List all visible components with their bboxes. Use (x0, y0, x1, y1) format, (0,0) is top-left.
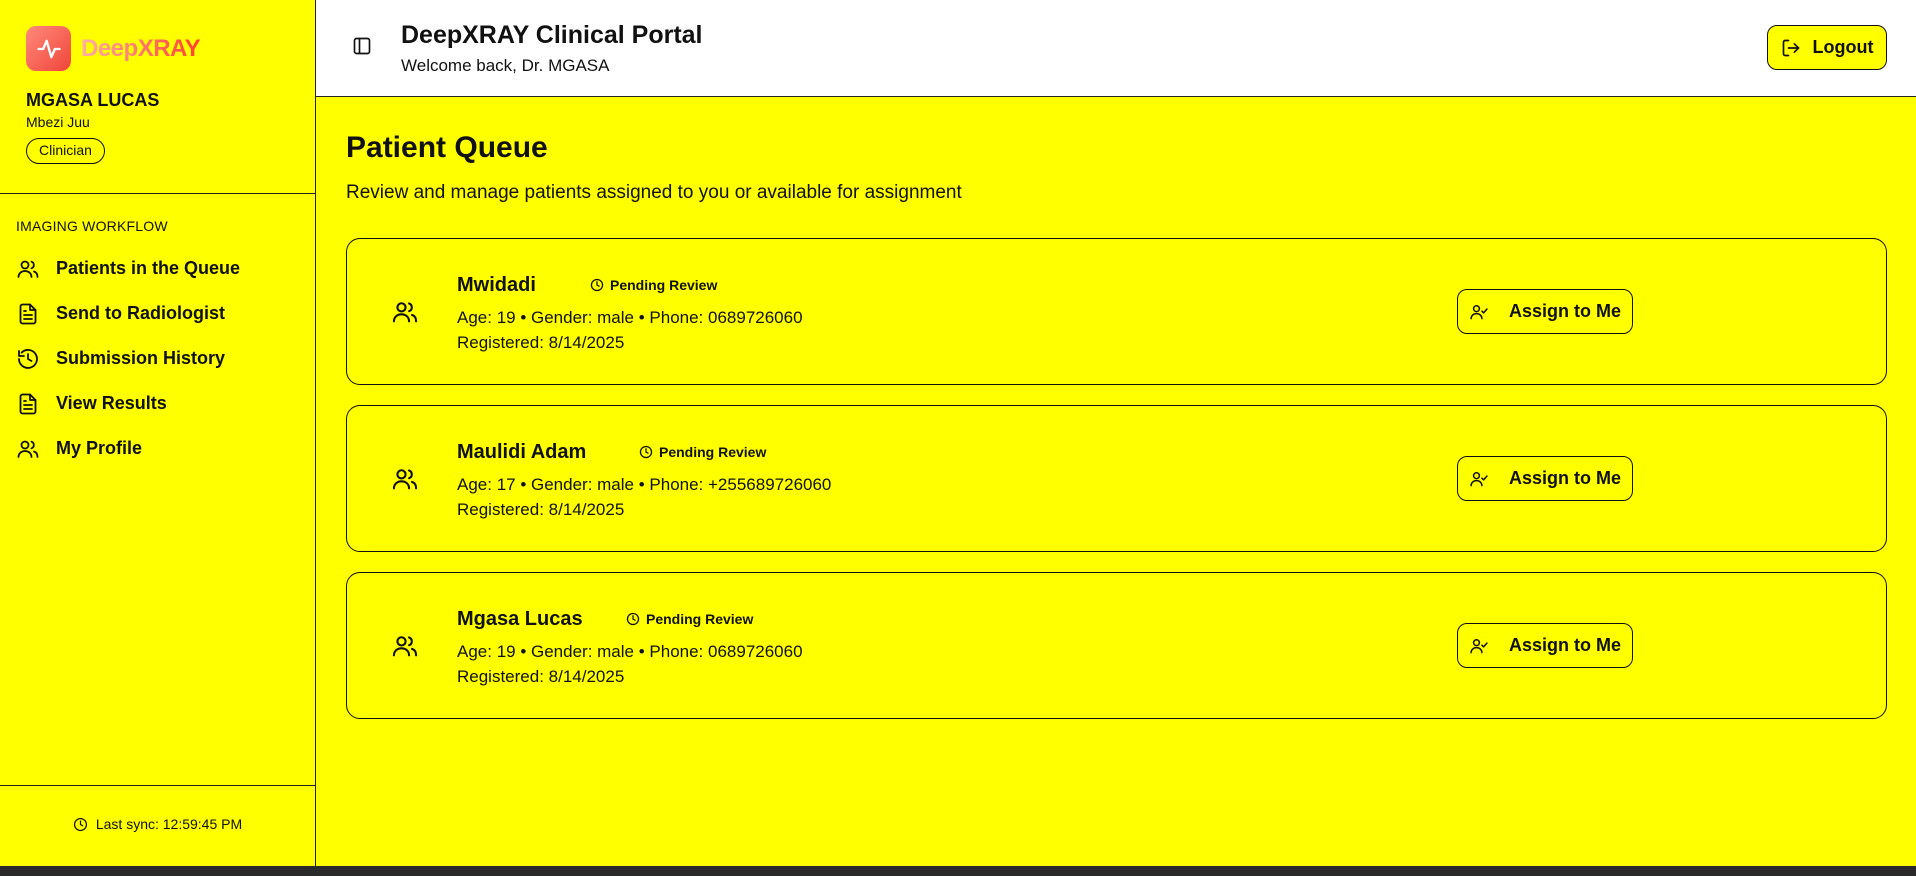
last-sync: Last sync: 12:59:45 PM (0, 816, 315, 832)
assign-to-me-button[interactable]: Assign to Me (1457, 623, 1633, 668)
assign-label: Assign to Me (1508, 301, 1621, 321)
logout-label: Logout (1812, 37, 1874, 57)
users-icon (17, 260, 39, 278)
sidebar-item-patients-queue[interactable]: Patients in the Queue (0, 246, 315, 291)
sidebar-toggle-button[interactable] (352, 36, 372, 56)
users-icon (392, 469, 418, 490)
sidebar-item-label: View Results (56, 393, 167, 413)
assign-to-me-button[interactable]: Assign to Me (1457, 289, 1633, 334)
sidebar-item-label: My Profile (56, 438, 143, 458)
users-icon (392, 636, 418, 657)
patient-registered: Registered: 8/14/2025 (457, 667, 625, 686)
sidebar: DeepXRAY MGASA LUCAS Mbezi Juu Clinician… (0, 0, 316, 866)
patient-name: Maulidi Adam (457, 441, 587, 463)
activity-logo-icon (26, 26, 71, 71)
patient-name: Mgasa Lucas (457, 608, 583, 630)
sidebar-divider (0, 785, 315, 786)
sidebar-divider (0, 193, 315, 194)
os-taskbar (0, 866, 1916, 876)
sidebar-item-send-radiologist[interactable]: Send to Radiologist (0, 291, 315, 336)
patient-details: Age: 19 • Gender: male • Phone: 06897260… (457, 308, 803, 327)
patient-card: Maulidi Adam Pending Review Age: 17 • Ge… (346, 405, 1887, 552)
brand-name: DeepXRAY (81, 34, 201, 62)
user-name: MGASA LUCAS (26, 90, 160, 110)
patient-details: Age: 19 • Gender: male • Phone: 06897260… (457, 642, 803, 661)
users-icon (392, 302, 418, 323)
assign-label: Assign to Me (1508, 635, 1621, 655)
page-subtitle: Review and manage patients assigned to y… (346, 182, 962, 203)
clock-icon (73, 817, 87, 831)
users-icon (17, 440, 39, 458)
page-title: Patient Queue (346, 131, 548, 164)
status-text: Pending Review (610, 277, 718, 293)
patient-list: Mwidadi Pending Review Age: 19 • Gender:… (346, 238, 1887, 739)
patient-card: Mwidadi Pending Review Age: 19 • Gender:… (346, 238, 1887, 385)
sidebar-item-view-results[interactable]: View Results (0, 381, 315, 426)
sidebar-item-label: Submission History (56, 348, 226, 368)
logout-button[interactable]: Logout (1767, 25, 1887, 70)
patient-name: Mwidadi (457, 274, 536, 296)
sidebar-item-my-profile[interactable]: My Profile (0, 426, 315, 471)
patient-registered: Registered: 8/14/2025 (457, 333, 625, 352)
welcome-message: Welcome back, Dr. MGASA (401, 56, 610, 75)
clock-icon (590, 278, 604, 292)
logout-icon (1782, 39, 1799, 56)
patient-details: Age: 17 • Gender: male • Phone: +2556897… (457, 475, 832, 494)
top-header: DeepXRAY Clinical Portal Welcome back, D… (316, 0, 1916, 97)
status-badge: Pending Review (639, 444, 766, 460)
user-check-icon (1470, 638, 1488, 653)
assign-label: Assign to Me (1508, 468, 1621, 488)
portal-title: DeepXRAY Clinical Portal (401, 21, 703, 49)
status-text: Pending Review (646, 611, 754, 627)
user-location: Mbezi Juu (26, 114, 90, 130)
file-text-icon (19, 393, 37, 414)
history-icon (18, 348, 38, 369)
assign-to-me-button[interactable]: Assign to Me (1457, 456, 1633, 501)
clock-icon (626, 612, 640, 626)
sidebar-item-label: Send to Radiologist (56, 303, 225, 323)
main-content: Patient Queue Review and manage patients… (316, 98, 1916, 866)
sidebar-item-submission-history[interactable]: Submission History (0, 336, 315, 381)
panel-left-icon (353, 37, 371, 55)
sidebar-item-label: Patients in the Queue (56, 258, 241, 278)
user-check-icon (1470, 471, 1488, 486)
status-badge: Pending Review (626, 611, 753, 627)
clock-icon (639, 445, 653, 459)
section-label: IMAGING WORKFLOW (16, 218, 168, 234)
last-sync-text: Last sync: 12:59:45 PM (95, 816, 243, 832)
role-badge: Clinician (26, 138, 105, 164)
user-check-icon (1470, 304, 1488, 319)
status-badge: Pending Review (590, 277, 717, 293)
file-text-icon (19, 303, 37, 324)
patient-registered: Registered: 8/14/2025 (457, 500, 625, 519)
patient-card: Mgasa Lucas Pending Review Age: 19 • Gen… (346, 572, 1887, 719)
sidebar-nav: Patients in the Queue Send to Radiologis… (0, 246, 315, 471)
brand[interactable]: DeepXRAY (26, 26, 201, 71)
status-text: Pending Review (659, 444, 767, 460)
